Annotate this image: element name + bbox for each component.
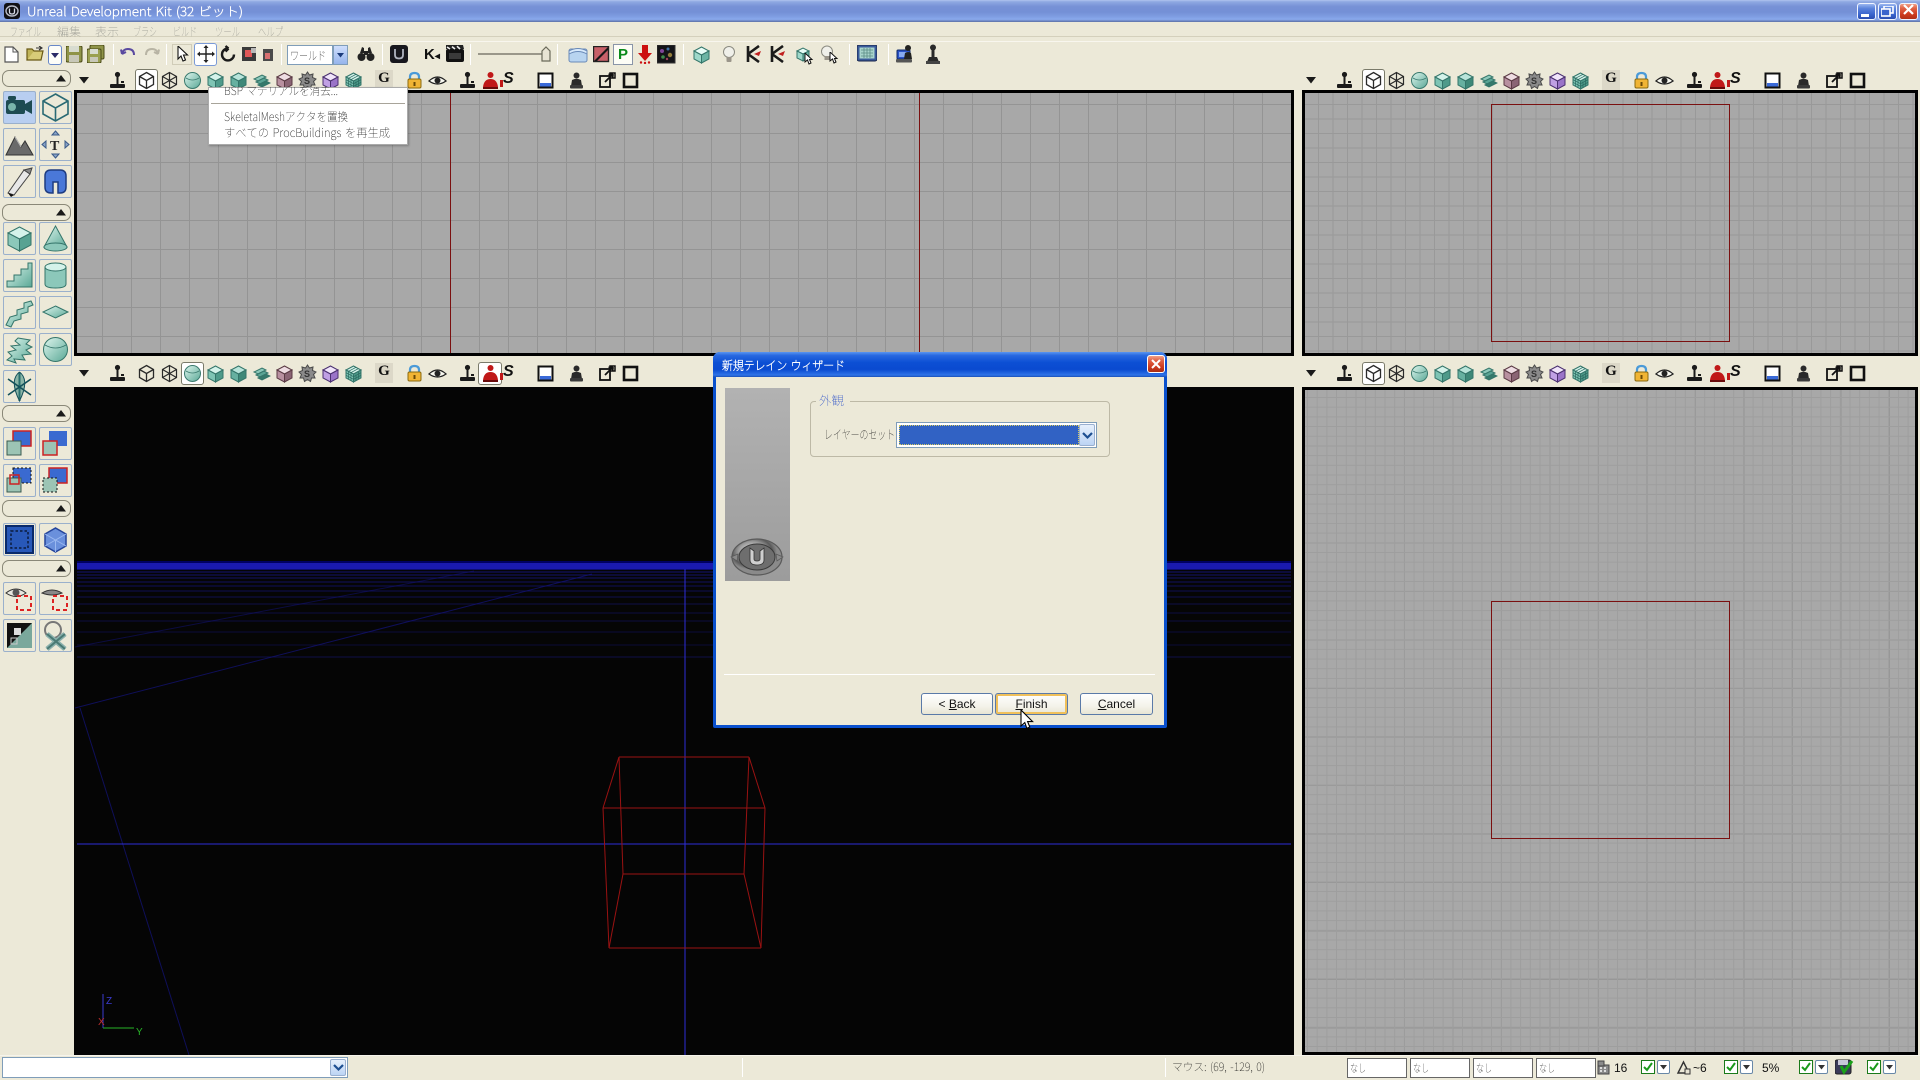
svg-text:X: X — [98, 1017, 105, 1028]
svg-text:Z: Z — [106, 996, 112, 1007]
svg-text:Y: Y — [136, 1027, 143, 1038]
svg-text:T: T — [50, 139, 60, 154]
